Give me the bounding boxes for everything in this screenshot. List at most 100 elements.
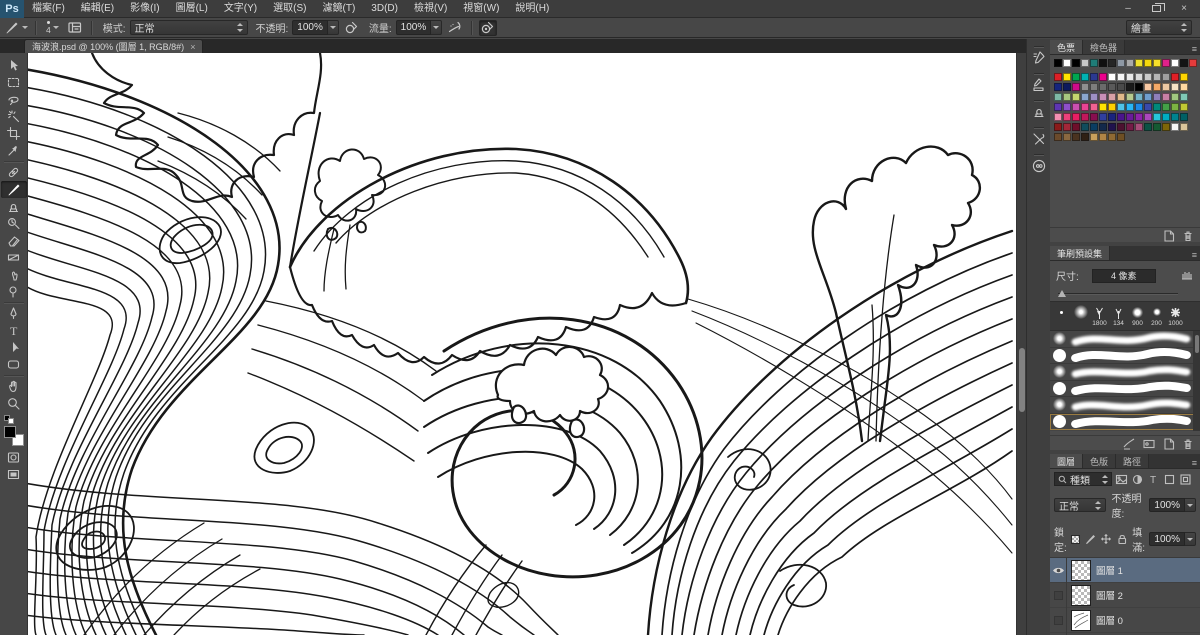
lock-pixels-icon[interactable] xyxy=(1084,533,1096,545)
swatch[interactable] xyxy=(1054,113,1062,121)
workspace-switcher[interactable]: 繪畫 xyxy=(1126,20,1192,35)
swatch[interactable] xyxy=(1171,123,1179,131)
swatch[interactable] xyxy=(1054,59,1062,67)
swatch[interactable] xyxy=(1153,83,1161,91)
swatch[interactable] xyxy=(1108,133,1116,141)
swatch[interactable] xyxy=(1144,59,1152,67)
layer-blend-mode-select[interactable]: 正常 xyxy=(1054,498,1106,512)
swatch[interactable] xyxy=(1099,113,1107,121)
tab-color-picker[interactable]: 檢色器 xyxy=(1083,40,1125,54)
layer-name[interactable]: 圖層 1 xyxy=(1096,563,1123,577)
swatch[interactable] xyxy=(1081,113,1089,121)
swatch[interactable] xyxy=(1108,73,1116,81)
swatch[interactable] xyxy=(1135,93,1143,101)
delete-brush-icon[interactable] xyxy=(1181,437,1194,450)
document-tab[interactable]: 海波浪.psd @ 100% (圖層 1, RGB/8#) × xyxy=(24,39,203,53)
swatch[interactable] xyxy=(1108,123,1116,131)
swatch[interactable] xyxy=(1108,93,1116,101)
toggle-stroke-preview-icon[interactable] xyxy=(1122,437,1136,450)
visibility-toggle[interactable] xyxy=(1050,583,1067,608)
swatch[interactable] xyxy=(1180,113,1188,121)
swatch[interactable] xyxy=(1180,73,1188,81)
swatch[interactable] xyxy=(1180,103,1188,111)
tab-layers[interactable]: 圖層 xyxy=(1050,454,1083,468)
swatch[interactable] xyxy=(1126,73,1134,81)
blend-mode-select[interactable]: 正常 xyxy=(130,20,248,35)
tool-lasso[interactable] xyxy=(1,91,27,108)
filter-type-layers-icon[interactable]: T xyxy=(1147,473,1160,486)
swatch[interactable] xyxy=(1180,59,1188,67)
lock-transparency-icon[interactable] xyxy=(1071,533,1080,545)
swatch[interactable] xyxy=(1054,123,1062,131)
swatch[interactable] xyxy=(1054,83,1062,91)
tool-eyedropper[interactable] xyxy=(1,142,27,159)
layer-name[interactable]: 圖層 2 xyxy=(1096,588,1123,602)
swatch[interactable] xyxy=(1117,123,1125,131)
tab-paths[interactable]: 路徑 xyxy=(1116,454,1149,468)
brush-tip[interactable]: 1000 xyxy=(1166,304,1185,330)
tool-magic-wand[interactable] xyxy=(1,108,27,125)
swatch[interactable] xyxy=(1162,93,1170,101)
brush-tip[interactable]: 200 xyxy=(1147,304,1166,330)
opacity-dropdown-button[interactable] xyxy=(1185,498,1196,512)
tool-hand[interactable] xyxy=(1,378,27,395)
swatch[interactable] xyxy=(1162,73,1170,81)
swatch[interactable] xyxy=(1135,113,1143,121)
swatch[interactable] xyxy=(1054,103,1062,111)
swatch[interactable] xyxy=(1072,93,1080,101)
swatch[interactable] xyxy=(1135,73,1143,81)
swatch[interactable] xyxy=(1162,103,1170,111)
brush-preset-row[interactable] xyxy=(1050,364,1200,381)
airbrush-button[interactable] xyxy=(446,20,464,36)
delete-swatch-icon[interactable] xyxy=(1181,229,1194,242)
brush-preset-row[interactable] xyxy=(1050,331,1200,348)
swatch[interactable] xyxy=(1063,83,1071,91)
brush-tip[interactable]: 134 xyxy=(1109,304,1128,330)
brush-preset-row[interactable] xyxy=(1050,397,1200,414)
swatch[interactable] xyxy=(1153,93,1161,101)
swatch[interactable] xyxy=(1180,123,1188,131)
brush-tip[interactable]: 1800 xyxy=(1090,304,1109,330)
menu-item-8[interactable]: 檢視(V) xyxy=(406,0,455,18)
layer-row[interactable]: 圖層 2 xyxy=(1050,583,1200,608)
swatch[interactable] xyxy=(1117,93,1125,101)
swatch[interactable] xyxy=(1081,133,1089,141)
swatch[interactable] xyxy=(1108,83,1116,91)
tool-rounded-rectangle[interactable] xyxy=(1,356,27,373)
tool-brush[interactable] xyxy=(1,181,27,198)
slider-handle[interactable] xyxy=(1058,290,1066,297)
brush-preset-picker[interactable]: 4 xyxy=(43,20,62,36)
layer-name[interactable]: 圖層 0 xyxy=(1096,613,1123,627)
brush-tip[interactable] xyxy=(1052,304,1071,330)
bristle-preview-icon[interactable] xyxy=(1179,267,1194,284)
swatch[interactable] xyxy=(1144,93,1152,101)
flow-combo[interactable]: 100% xyxy=(396,20,443,35)
brush-preset-row[interactable] xyxy=(1050,414,1200,431)
swatch[interactable] xyxy=(1171,83,1179,91)
tool-type[interactable]: T xyxy=(1,322,27,339)
swatch[interactable] xyxy=(1126,113,1134,121)
swatch[interactable] xyxy=(1144,73,1152,81)
swatch[interactable] xyxy=(1171,73,1179,81)
swatch[interactable] xyxy=(1063,59,1071,67)
swatch[interactable] xyxy=(1126,83,1134,91)
tool-eraser[interactable] xyxy=(1,232,27,249)
swatch[interactable] xyxy=(1090,123,1098,131)
swatch[interactable] xyxy=(1081,73,1089,81)
layer-filter-select[interactable]: 種類 xyxy=(1054,472,1112,486)
swatch[interactable] xyxy=(1063,123,1071,131)
swatch[interactable] xyxy=(1090,103,1098,111)
dock-clone-source-button[interactable] xyxy=(1029,99,1049,123)
swatch[interactable] xyxy=(1063,113,1071,121)
close-button[interactable]: × xyxy=(1172,2,1196,16)
swatch[interactable] xyxy=(1126,59,1134,67)
swatch[interactable] xyxy=(1090,113,1098,121)
panel-menu-icon[interactable]: ≡ xyxy=(1192,250,1200,260)
tab-channels[interactable]: 色版 xyxy=(1083,454,1116,468)
brush-preset-row[interactable] xyxy=(1050,348,1200,365)
swatch[interactable] xyxy=(1054,133,1062,141)
minimize-button[interactable]: – xyxy=(1116,2,1140,16)
swatch[interactable] xyxy=(1117,133,1125,141)
tab-brush-presets[interactable]: 筆刷預設集 xyxy=(1050,246,1110,260)
swatch[interactable] xyxy=(1162,113,1170,121)
